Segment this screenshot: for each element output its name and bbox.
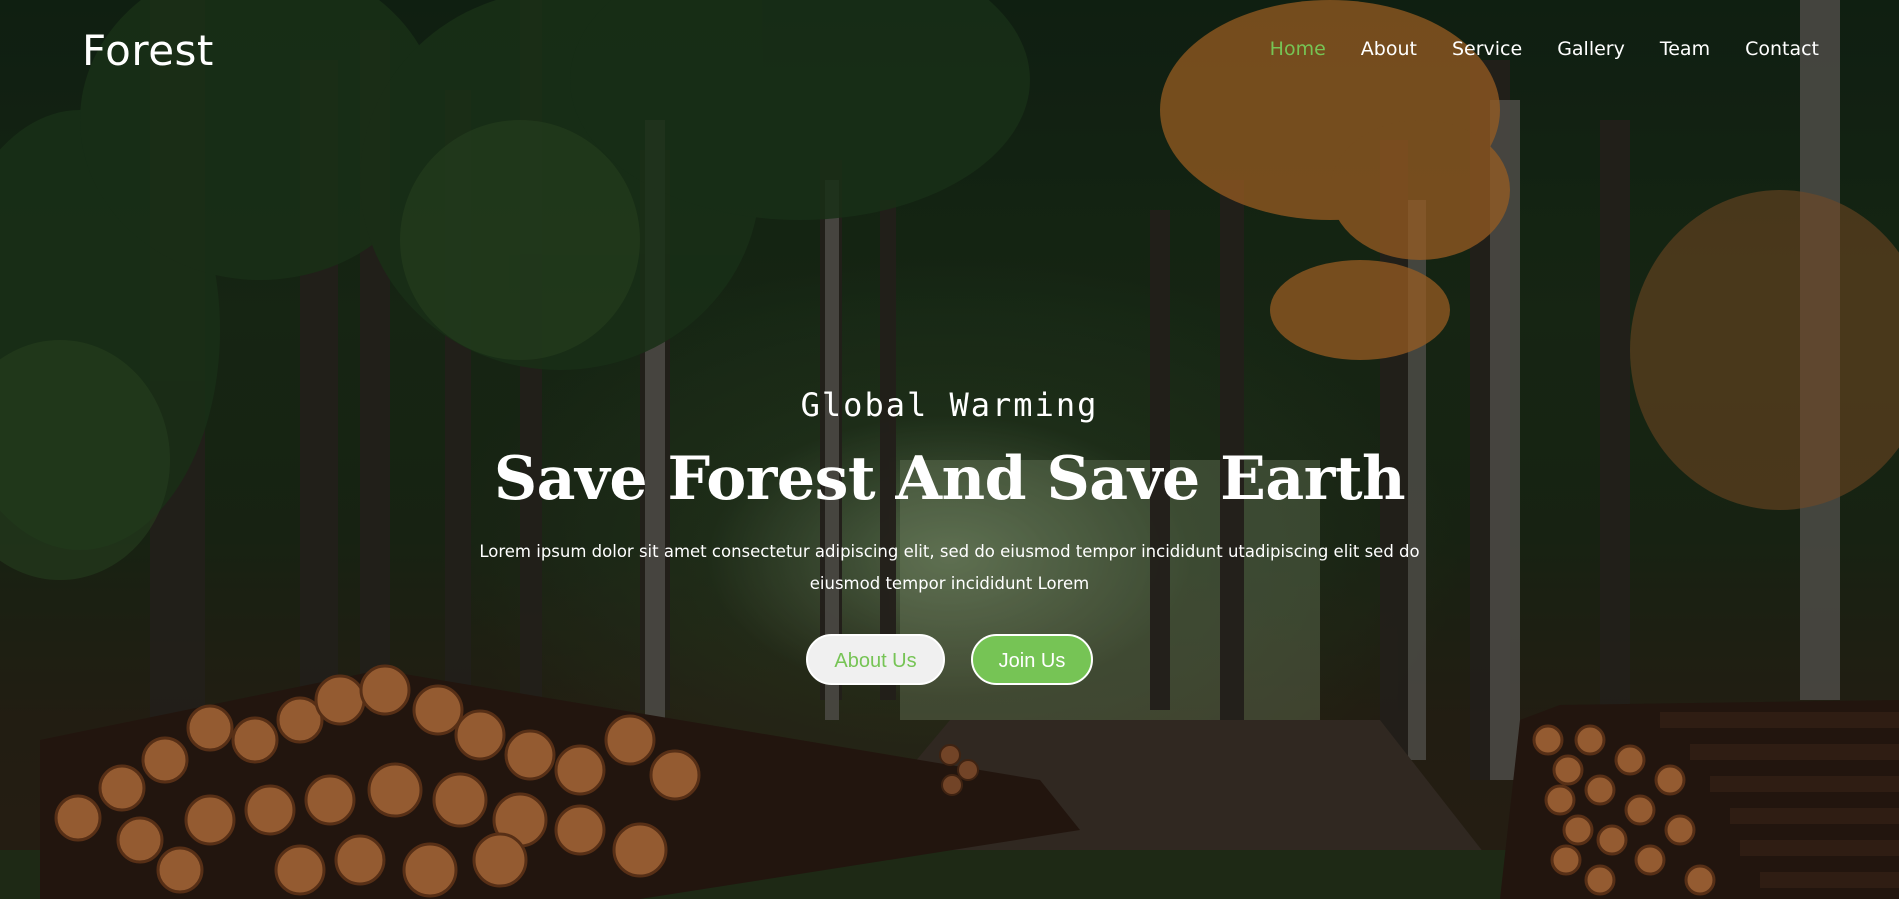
about-us-button[interactable]: About Us xyxy=(806,634,945,685)
nav-item-about[interactable]: About xyxy=(1361,38,1417,60)
hero-kicker: Global Warming xyxy=(800,386,1099,424)
hero-content: Global Warming Save Forest And Save Eart… xyxy=(0,386,1899,685)
nav-item-team[interactable]: Team xyxy=(1660,38,1710,60)
nav-item-service[interactable]: Service xyxy=(1452,38,1522,60)
hero-description: Lorem ipsum dolor sit amet consectetur a… xyxy=(479,542,1420,593)
join-us-button[interactable]: Join Us xyxy=(971,634,1093,685)
nav-item-home[interactable]: Home xyxy=(1270,38,1326,60)
nav-item-contact[interactable]: Contact xyxy=(1745,38,1819,60)
main-nav: Home About Service Gallery Team Contact xyxy=(1235,38,1819,60)
logo[interactable]: Forest xyxy=(82,26,214,75)
hero-headline: Save Forest And Save Earth xyxy=(493,444,1406,514)
hero-buttons: About Us Join Us xyxy=(0,634,1899,685)
hero-section: Forest Home About Service Gallery Team C… xyxy=(0,0,1899,899)
nav-item-gallery[interactable]: Gallery xyxy=(1557,38,1625,60)
